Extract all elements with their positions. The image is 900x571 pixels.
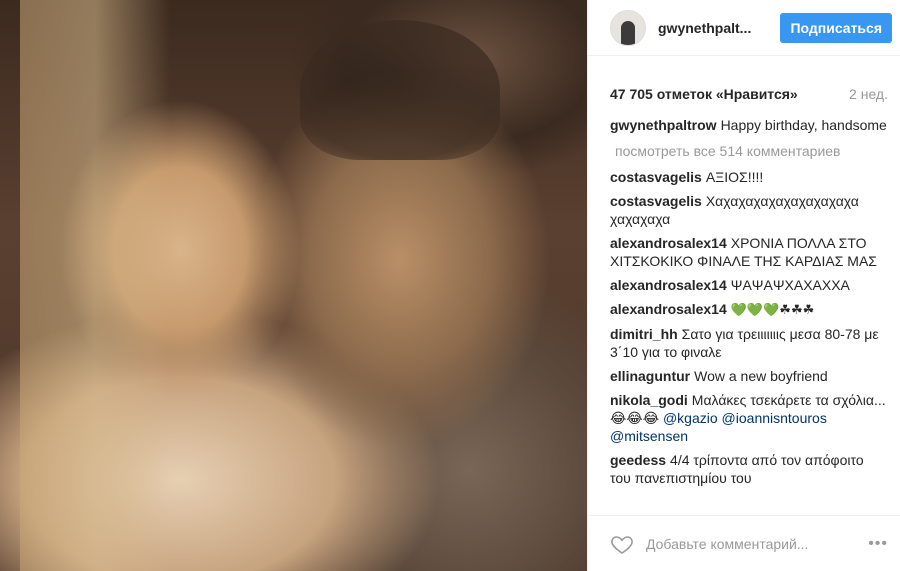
comment-username[interactable]: alexandrosalex14 bbox=[610, 301, 727, 317]
comment-text: 💚💚💚☘☘☘ bbox=[730, 302, 815, 317]
avatar-figure bbox=[621, 20, 635, 45]
view-all-comments-link[interactable]: посмотреть все 514 комментариев bbox=[610, 142, 888, 160]
instagram-post: gwynethpalt... Подписаться 47 705 отмето… bbox=[0, 0, 900, 571]
comment-text: ΨΑΨΑΨΧΑΧΑΧΧΑ bbox=[730, 277, 850, 293]
comment-username[interactable]: nikola_godi bbox=[610, 392, 688, 408]
list-item: alexandrosalex14 💚💚💚☘☘☘ bbox=[610, 300, 888, 319]
follow-button[interactable]: Подписаться bbox=[780, 12, 892, 43]
photo-detail-left bbox=[20, 0, 170, 571]
mention-link[interactable]: @kgazio bbox=[663, 410, 718, 426]
more-horizontal-icon[interactable]: ••• bbox=[868, 535, 888, 553]
list-item: ellinaguntur Wow a new boyfriend bbox=[610, 367, 888, 385]
post-sidebar: gwynethpalt... Подписаться 47 705 отмето… bbox=[587, 0, 900, 571]
comment-username[interactable]: geedess bbox=[610, 452, 666, 468]
comment-username[interactable]: alexandrosalex14 bbox=[610, 235, 727, 251]
list-item: alexandrosalex14 ΨΑΨΑΨΧΑΧΑΧΧΑ bbox=[610, 276, 888, 294]
list-item: alexandrosalex14 ΧΡΟΝΙΑ ΠΟΛΛΑ ΣΤΟ ΧΙΤΣΚΟΚ… bbox=[610, 234, 888, 270]
heart-outline-icon[interactable] bbox=[610, 532, 634, 556]
comments-list: gwynethpaltrow Happy birthday, handsome п… bbox=[588, 102, 900, 487]
comment-bar: ••• bbox=[588, 515, 900, 571]
caption-username[interactable]: gwynethpaltrow bbox=[610, 117, 717, 133]
comment-username[interactable]: ellinaguntur bbox=[610, 368, 690, 384]
comment-username[interactable]: alexandrosalex14 bbox=[610, 277, 727, 293]
comment-username[interactable]: dimitri_hh bbox=[610, 326, 678, 342]
add-comment-input[interactable] bbox=[646, 535, 869, 552]
post-meta: 47 705 отметок «Нравится» 2 нед. bbox=[588, 56, 900, 102]
photo-detail-right bbox=[300, 20, 500, 160]
list-item: nikola_godi Μαλάκες τσεκάρετε τα σχόλια..… bbox=[610, 391, 888, 445]
avatar[interactable] bbox=[610, 9, 646, 46]
mention-link[interactable]: @ioannisntouros bbox=[722, 410, 827, 426]
comment-username[interactable]: costasvagelis bbox=[610, 169, 702, 185]
comment-text: Wow a new boyfriend bbox=[694, 368, 828, 384]
list-item: costasvagelis ΑΞΙΟΣ!!!! bbox=[610, 168, 888, 186]
list-item: dimitri_hh Σατο για τρειιιιιιις μεσα 80-7… bbox=[610, 325, 888, 361]
caption: gwynethpaltrow Happy birthday, handsome bbox=[610, 116, 888, 134]
mention-link[interactable]: @mitsensen bbox=[610, 428, 688, 444]
post-header: gwynethpalt... Подписаться bbox=[588, 0, 900, 56]
post-age[interactable]: 2 нед. bbox=[849, 86, 888, 102]
comment-text: ΑΞΙΟΣ!!!! bbox=[705, 169, 764, 185]
post-photo[interactable] bbox=[0, 0, 587, 571]
post-username[interactable]: gwynethpalt... bbox=[658, 20, 780, 36]
list-item: costasvagelis Χαχαχαχαχαχαχαχαχαχα χαχαχα… bbox=[610, 192, 888, 228]
caption-text: Happy birthday, handsome bbox=[720, 117, 887, 133]
comment-username[interactable]: costasvagelis bbox=[610, 193, 702, 209]
likes-count[interactable]: 47 705 отметок «Нравится» bbox=[610, 86, 798, 102]
list-item: geedess 4/4 τρίποντα από τον απόφοιτο του… bbox=[610, 451, 888, 487]
